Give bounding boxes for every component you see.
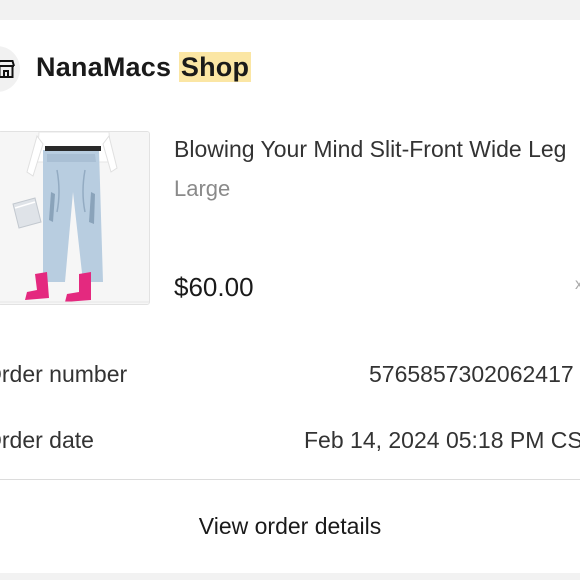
view-order-details-button[interactable]: View order details	[0, 480, 580, 573]
store-header[interactable]: NanaMacs Shop	[0, 20, 580, 120]
store-name-highlight: Shop	[178, 52, 252, 82]
product-quantity: x1	[575, 276, 580, 293]
order-date-row: Order date Feb 14, 2024 05:18 PM CST	[0, 427, 580, 467]
order-number-value[interactable]: 5765857302062417	[369, 361, 574, 388]
order-date-label: Order date	[0, 427, 94, 453]
product-title[interactable]: Blowing Your Mind Slit-Front Wide Leg	[174, 136, 566, 163]
order-card: NanaMacs Shop Blowing Your Mind Slit-Fro…	[0, 20, 580, 573]
product-price: $60.00	[174, 272, 254, 302]
store-icon	[0, 46, 20, 92]
product-image[interactable]	[0, 131, 150, 305]
view-order-details-label: View order details	[198, 513, 382, 539]
order-number-row: Order number 5765857302062417	[0, 361, 580, 401]
product-variant: Large	[174, 176, 231, 201]
order-number-label: Order number	[0, 361, 128, 387]
store-name-text: NanaMacs	[36, 52, 172, 82]
order-date-value: Feb 14, 2024 05:18 PM CST	[304, 427, 580, 453]
store-name[interactable]: NanaMacs Shop	[36, 52, 252, 83]
